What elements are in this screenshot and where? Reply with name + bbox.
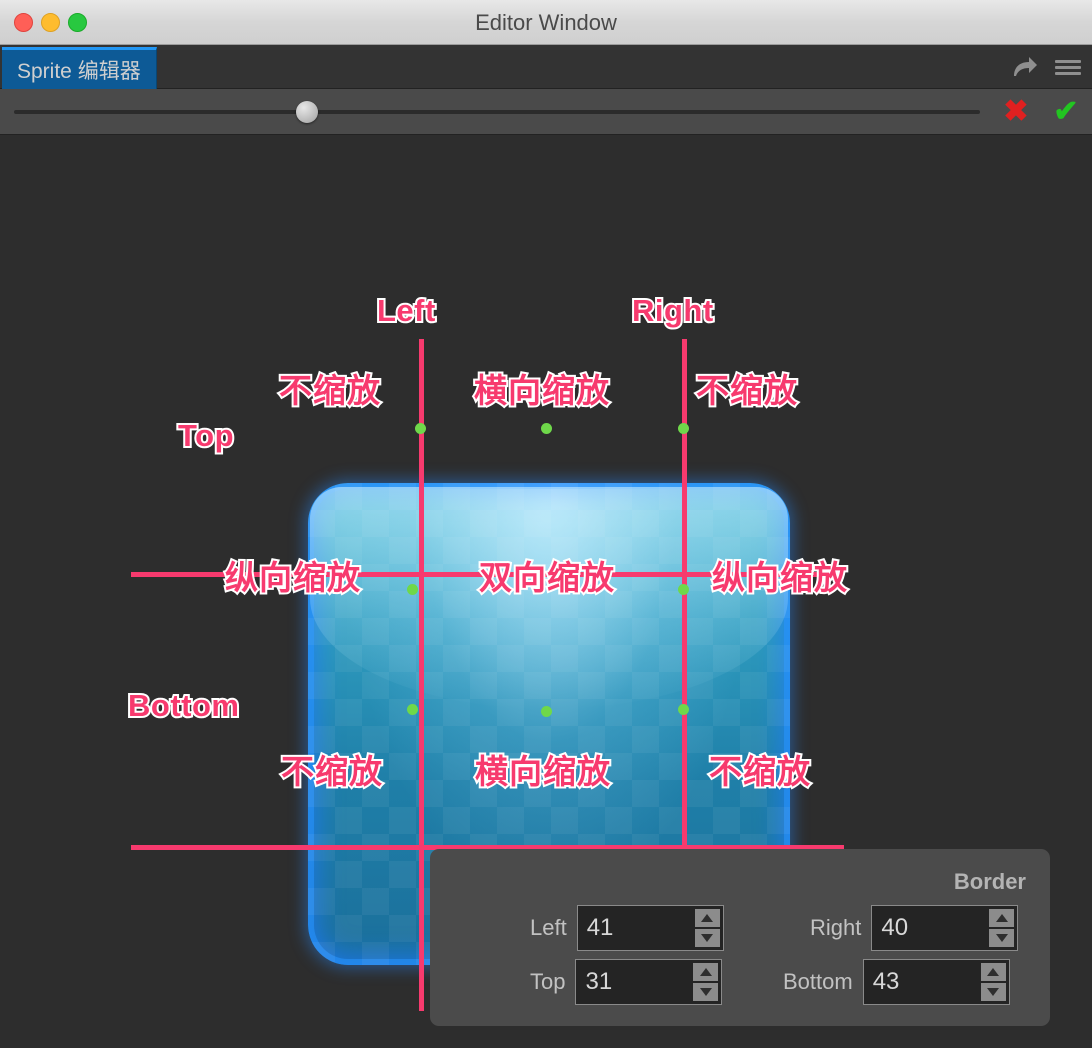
- region-label-middle-right: 纵向缩放: [710, 557, 849, 598]
- border-left-value[interactable]: 41: [578, 914, 614, 942]
- redo-arrow-icon[interactable]: [1010, 53, 1038, 81]
- stepper-buttons: [980, 963, 1006, 1001]
- window-titlebar: Editor Window: [0, 0, 1092, 45]
- confirm-button[interactable]: ✔: [1052, 95, 1080, 128]
- border-bottom-value[interactable]: 43: [864, 968, 900, 996]
- stepper-down-button[interactable]: [693, 983, 719, 1001]
- stepper-down-button[interactable]: [989, 929, 1015, 947]
- field-right: Right 40: [810, 905, 1019, 951]
- triangle-down-icon: [699, 988, 712, 996]
- menu-line: [1055, 59, 1081, 63]
- zoom-slider-thumb[interactable]: [296, 101, 318, 123]
- field-top: Top 31: [530, 959, 723, 1005]
- region-label-middle-left: 纵向缩放: [223, 557, 362, 598]
- border-panel-title: Border: [953, 869, 1026, 894]
- handle-bottom-right[interactable]: [678, 704, 689, 715]
- triangle-up-icon: [987, 968, 1000, 976]
- border-right-stepper[interactable]: 40: [871, 905, 1019, 951]
- editor-toolbar: ✖ ✔: [0, 89, 1092, 135]
- stepper-up-button[interactable]: [693, 963, 719, 981]
- region-label-bottom-center: 横向缩放: [473, 751, 612, 792]
- tab-sprite-editor[interactable]: Sprite 编辑器: [2, 47, 157, 89]
- border-top-stepper[interactable]: 31: [575, 959, 723, 1005]
- tab-label: Sprite 编辑器: [17, 59, 141, 83]
- handle-top-center[interactable]: [541, 423, 552, 434]
- region-label-top-center: 横向缩放: [472, 370, 611, 411]
- stepper-buttons: [989, 909, 1015, 947]
- stepper-buttons: [694, 909, 720, 947]
- menu-line: [1055, 65, 1081, 69]
- guide-label-bottom: Bottom: [126, 686, 241, 725]
- region-label-center: 双向缩放: [477, 557, 616, 598]
- field-label-right: Right: [810, 915, 862, 940]
- toolbar-actions: ✖ ✔: [1002, 89, 1080, 135]
- field-label-top: Top: [530, 969, 566, 994]
- border-top-value[interactable]: 31: [576, 968, 612, 996]
- stepper-up-button[interactable]: [989, 909, 1015, 927]
- guide-line-left[interactable]: [419, 339, 424, 1011]
- editor-window: Editor Window Sprite 编辑器 ✖ ✔ Left Right …: [0, 0, 1092, 1048]
- zoom-slider[interactable]: [14, 89, 980, 135]
- menu-line: [1055, 71, 1081, 75]
- border-bottom-stepper[interactable]: 43: [862, 959, 1010, 1005]
- stepper-buttons: [693, 963, 719, 1001]
- border-panel: Border Left 41 Right 40 Top 31 Bottom 43: [430, 849, 1050, 1026]
- check-icon: ✔: [1053, 95, 1079, 128]
- handle-middle-left[interactable]: [407, 584, 418, 595]
- guide-label-top: Top: [176, 416, 236, 455]
- tab-bar: Sprite 编辑器: [0, 45, 1092, 89]
- field-label-bottom: Bottom: [783, 969, 853, 994]
- region-label-bottom-right: 不缩放: [707, 751, 812, 792]
- guide-label-left: Left: [375, 291, 437, 330]
- triangle-up-icon: [995, 914, 1008, 922]
- triangle-down-icon: [987, 988, 1000, 996]
- zoom-slider-track[interactable]: [14, 110, 980, 114]
- border-left-stepper[interactable]: 41: [576, 905, 724, 951]
- tabbar-actions: [1010, 45, 1082, 89]
- handle-bottom-left[interactable]: [407, 704, 418, 715]
- field-bottom: Bottom 43: [783, 959, 1010, 1005]
- stepper-up-button[interactable]: [980, 963, 1006, 981]
- triangle-up-icon: [699, 968, 712, 976]
- handle-middle-right[interactable]: [678, 584, 689, 595]
- stepper-down-button[interactable]: [694, 929, 720, 947]
- cancel-button[interactable]: ✖: [1002, 95, 1030, 128]
- region-label-top-right: 不缩放: [694, 370, 799, 411]
- border-right-value[interactable]: 40: [872, 914, 908, 942]
- guide-label-right: Right: [630, 291, 715, 330]
- handle-top-right[interactable]: [678, 423, 689, 434]
- field-label-left: Left: [530, 915, 567, 940]
- triangle-down-icon: [701, 934, 714, 942]
- triangle-down-icon: [995, 934, 1008, 942]
- handle-bottom-center[interactable]: [541, 706, 552, 717]
- region-label-top-left: 不缩放: [277, 370, 382, 411]
- sprite-canvas[interactable]: Left Right Top Bottom 不缩放 横向缩放 不缩放 纵向缩放 …: [1, 136, 1091, 1047]
- window-title: Editor Window: [475, 10, 617, 35]
- triangle-up-icon: [701, 914, 714, 922]
- field-left: Left 41: [530, 905, 724, 951]
- stepper-down-button[interactable]: [980, 983, 1006, 1001]
- stepper-up-button[interactable]: [694, 909, 720, 927]
- cross-icon: ✖: [1003, 95, 1029, 128]
- hamburger-menu-icon[interactable]: [1054, 53, 1082, 81]
- handle-top-left[interactable]: [415, 423, 426, 434]
- region-label-bottom-left: 不缩放: [279, 751, 384, 792]
